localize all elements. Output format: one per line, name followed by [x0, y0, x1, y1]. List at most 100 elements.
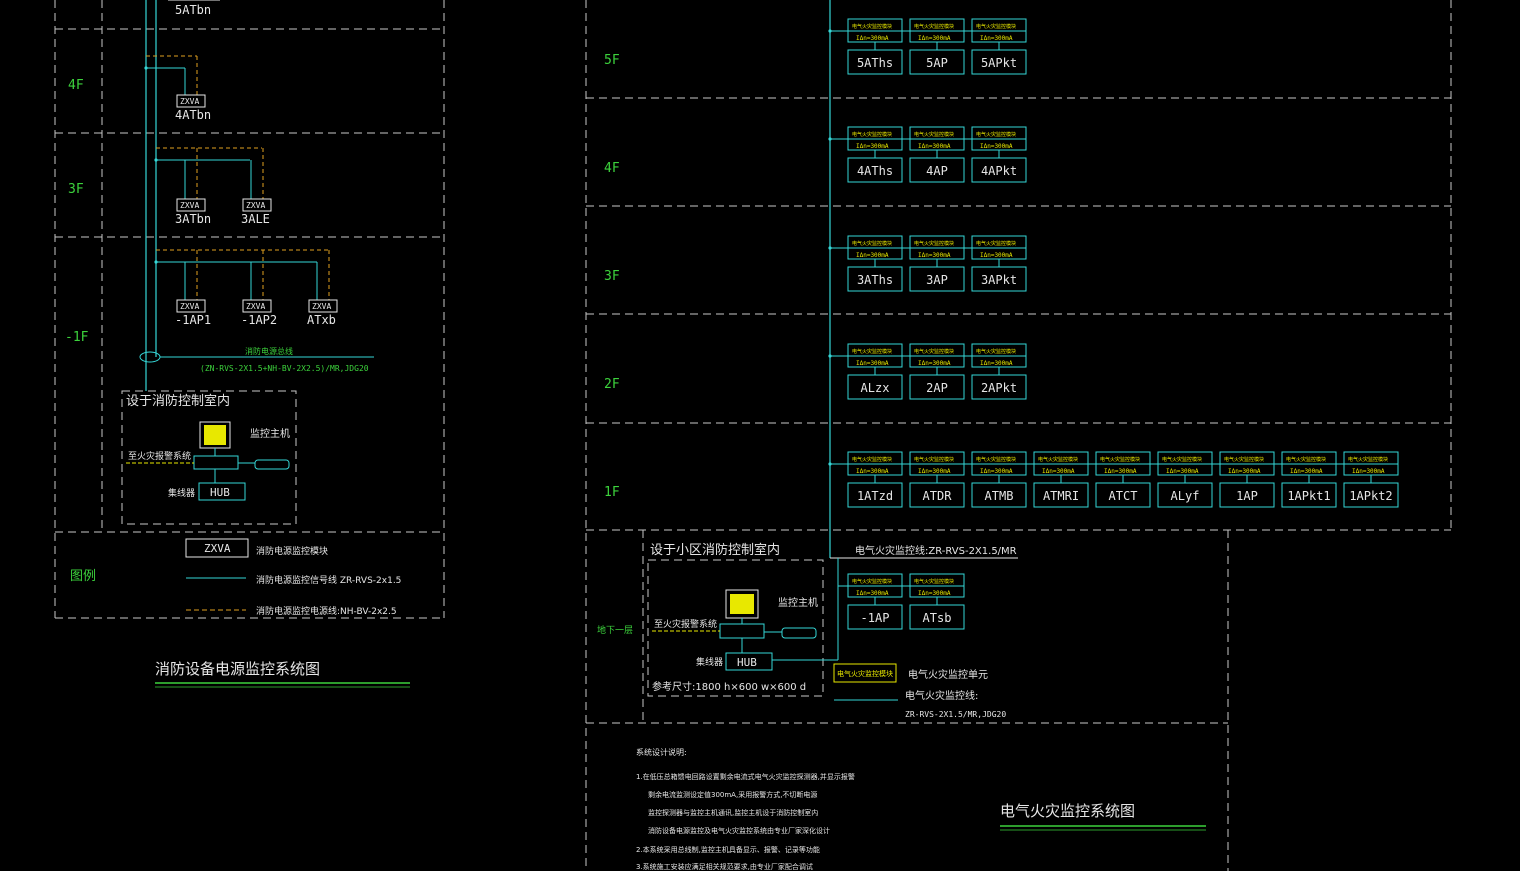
notes-title: 系统设计说明: [636, 747, 687, 757]
left-legend-heading: 图例 [70, 569, 96, 584]
basement-module-line1: 电气火灾监控模块 [852, 578, 892, 585]
left-diagram-title: 消防设备电源监控系统图 [155, 660, 320, 678]
note-line-4: 消防设备电源监控及电气火灾监控系统由专业厂家深化设计 [648, 826, 830, 835]
right-module-line2: IΔn=300mA [918, 468, 951, 475]
right-module-line2: IΔn=300mA [980, 468, 1013, 475]
right-load-label: ALyf [1171, 489, 1200, 503]
right-legend-unit: 电气火灾监控单元 [908, 668, 988, 681]
left-control-room-title: 设于消防控制室内 [126, 393, 230, 409]
right-load-label: 1APkt1 [1287, 489, 1330, 503]
right-module-line1: 电气火灾监控模块 [976, 131, 1016, 138]
right-module-line1: 电气火灾监控模块 [852, 348, 892, 355]
right-module-line2: IΔn=300mA [856, 252, 889, 259]
right-module-line1: 电气火灾监控模块 [914, 456, 954, 463]
left-module-nodes: ZXVA 4ATbn ZXVA 3ATbn ZXVA 3ALE ZXVA -1AP1 ZXVA -… [144, 55, 338, 327]
right-module-line2: IΔn=300mA [856, 468, 889, 475]
right-host-label: 监控主机 [778, 596, 818, 609]
right-module-line1: 电气火灾监控模块 [976, 456, 1016, 463]
right-branch-dot [828, 462, 832, 466]
right-module-line2: IΔn=300mA [1104, 468, 1137, 475]
right-control-room-title: 设于小区消防控制室内 [650, 542, 780, 558]
right-load-label: 3AThs [857, 273, 893, 287]
right-module-line1: 电气火灾监控模块 [1100, 456, 1140, 463]
left-node-label: 3ALE [241, 212, 270, 226]
right-floor-2f: 2F [604, 377, 620, 392]
left-floor-b1: -1F [65, 330, 89, 345]
left-top-node-label: 5ATbn [175, 3, 211, 17]
right-diagram-title: 电气火灾监控系统图 [1000, 802, 1135, 820]
right-floor-3f: 3F [604, 269, 620, 284]
right-module-line2: IΔn=300mA [856, 35, 889, 42]
bus-label: 消防电源总线 [245, 346, 293, 356]
left-branch-dot [144, 66, 148, 70]
right-branch-dot [828, 246, 832, 250]
right-module-line1: 电气火灾监控模块 [976, 23, 1016, 30]
right-module-line1: 电气火灾监控模块 [852, 240, 892, 247]
basement-module-line2: IΔn=300mA [856, 590, 889, 597]
right-floor-5f: 5F [604, 53, 620, 68]
note-line-5: 2.本系统采用总线制,监控主机具备显示、报警、记录等功能 [636, 845, 820, 854]
right-load-label: 2AP [926, 381, 948, 395]
right-load-label: ATDR [923, 489, 953, 503]
right-load-label: 5APkt [981, 56, 1017, 70]
note-line-2: 剩余电流监测设定值300mA,采用报警方式,不切断电源 [648, 790, 817, 799]
right-module-line1: 电气火灾监控模块 [976, 348, 1016, 355]
right-load-label: 3AP [926, 273, 948, 287]
right-module-line2: IΔn=300mA [1228, 468, 1261, 475]
left-zxva-text: ZXVA [246, 201, 265, 210]
left-host-label: 监控主机 [250, 427, 290, 440]
right-load-label: 4AP [926, 164, 948, 178]
basement-bus-cable: 电气火灾监控线:ZR-RVS-2X1.5/MR [855, 544, 1017, 557]
bus-cable-label: (ZN-RVS-2X1.5+NH-BV-2X2.5)/MR,JDG20 [200, 364, 369, 373]
right-module-line2: IΔn=300mA [1166, 468, 1199, 475]
right-module-line2: IΔn=300mA [856, 360, 889, 367]
left-hub-label: 集线器 [168, 487, 195, 499]
right-module-line2: IΔn=300mA [980, 143, 1013, 150]
right-floor-4f: 4F [604, 161, 620, 176]
right-load-label: 1ATzd [857, 489, 893, 503]
note-line-6: 3.系统施工安装应满足相关规范要求,由专业厂家配合调试 [636, 862, 813, 871]
right-module-line1: 电气火灾监控模块 [914, 240, 954, 247]
right-load-label: 1APkt2 [1349, 489, 1392, 503]
right-load-label: ATMRI [1043, 489, 1079, 503]
right-module-line2: IΔn=300mA [980, 35, 1013, 42]
left-zxva-text: ZXVA [180, 201, 199, 210]
left-branch-dot [154, 260, 158, 264]
right-module-line2: IΔn=300mA [918, 252, 951, 259]
note-line-3: 监控探测器与监控主机通讯,监控主机设于消防控制室内 [648, 808, 818, 817]
right-load-label: 4APkt [981, 164, 1017, 178]
basement-module-line1: 电气火灾监控模块 [914, 578, 954, 585]
right-hub-text: HUB [737, 656, 757, 669]
right-module-line2: IΔn=300mA [1352, 468, 1385, 475]
right-module-line1: 电气火灾监控模块 [852, 23, 892, 30]
right-load-label: ATCT [1109, 489, 1138, 503]
right-module-nodes: 电气火灾监控模块 IΔn=300mA 5AThs 电气火灾监控模块 IΔn=300mA 5… [828, 18, 1399, 630]
right-module-line1: 电气火灾监控模块 [914, 23, 954, 30]
right-branch-dot [828, 137, 832, 141]
basement-module-line2: IΔn=300mA [918, 590, 951, 597]
left-node-label: -1AP1 [175, 313, 211, 327]
right-load-label: ATMB [985, 489, 1014, 503]
right-module-line2: IΔn=300mA [918, 35, 951, 42]
left-node-label: 3ATbn [175, 212, 211, 226]
right-floor-1f: 1F [604, 485, 620, 500]
right-module-line1: 电气火灾监控模块 [1162, 456, 1202, 463]
right-module-line1: 电气火灾监控模块 [914, 348, 954, 355]
left-node-label: -1AP2 [241, 313, 277, 327]
left-alarm-label: 至火灾报警系统 [128, 450, 191, 462]
left-node-label: 4ATbn [175, 108, 211, 122]
basement-load-label: ATsb [923, 611, 952, 625]
right-branch-dot [828, 29, 832, 33]
right-load-label: 1AP [1236, 489, 1258, 503]
right-load-label: 4AThs [857, 164, 893, 178]
legend-signal-desc: 消防电源监控信号线 ZR-RVS-2x1.5 [256, 574, 401, 586]
right-load-label: 2APkt [981, 381, 1017, 395]
right-module-line2: IΔn=300mA [1290, 468, 1323, 475]
right-legend-line-desc: 电气火灾监控线: [905, 689, 978, 702]
left-zxva-text: ZXVA [180, 97, 199, 106]
right-module-line2: IΔn=300mA [980, 252, 1013, 259]
right-legend-box-text: 电气火灾监控模块 [837, 669, 893, 678]
right-frame [585, 0, 1452, 871]
basement-load-label: -1AP [861, 611, 890, 625]
left-floor-3f: 3F [68, 182, 84, 197]
